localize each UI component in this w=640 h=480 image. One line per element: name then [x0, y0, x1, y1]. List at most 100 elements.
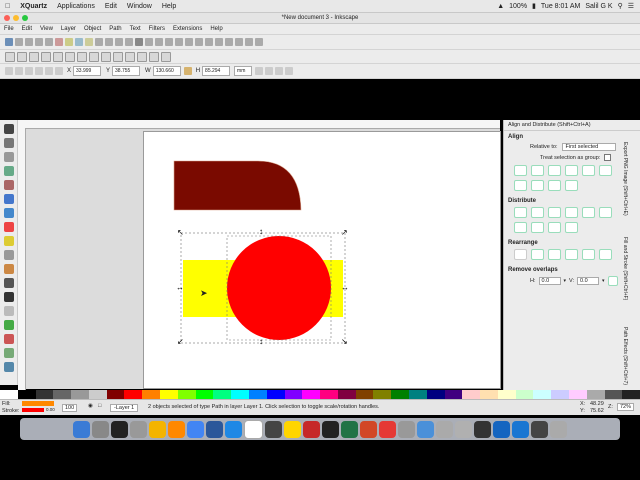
handle-right[interactable]: ↔ — [341, 284, 349, 292]
tab-export-png[interactable]: Export PNG Image (Shift+Ctrl+E) — [622, 142, 628, 216]
swatch[interactable] — [106, 390, 125, 399]
overlap-h-stepper[interactable]: ▾ — [564, 278, 567, 284]
center-horizontal-axis-button[interactable] — [531, 180, 544, 191]
dark-red-shape[interactable] — [173, 160, 302, 211]
inkscape-icon[interactable] — [244, 419, 263, 439]
exchange-selection-order-button[interactable] — [531, 249, 544, 260]
distribute-centers-v-button[interactable] — [514, 222, 527, 233]
swatch[interactable] — [35, 390, 54, 399]
swatch[interactable] — [213, 390, 232, 399]
swatch[interactable] — [124, 390, 143, 399]
overlap-h-field[interactable]: 0.0 — [538, 277, 561, 285]
handle-bottom-left[interactable]: ↙ — [177, 338, 184, 346]
treat-as-group-checkbox[interactable] — [604, 154, 612, 161]
xmind-icon[interactable] — [379, 420, 396, 438]
swatch[interactable] — [462, 390, 481, 399]
distribute-centers-h-button[interactable] — [531, 207, 544, 218]
fill-swatch[interactable] — [22, 401, 54, 406]
stickies-icon[interactable] — [265, 420, 282, 438]
relative-to-select[interactable]: First selected — [561, 143, 616, 151]
align-right-button[interactable] — [565, 165, 578, 176]
distribute-right-edges-button[interactable] — [548, 207, 561, 218]
distribute-gaps-v-button[interactable] — [548, 222, 561, 233]
handle-top-right[interactable]: ↗ — [341, 229, 348, 237]
swatch[interactable] — [160, 390, 178, 399]
handle-bottom[interactable]: ↕ — [259, 338, 263, 346]
swatch[interactable] — [604, 390, 623, 399]
align-right-to-left-button[interactable] — [514, 165, 527, 176]
swatch[interactable] — [53, 390, 72, 399]
eye-icon[interactable]: ◉ — [88, 403, 93, 409]
swatch[interactable] — [71, 390, 89, 399]
powerpoint-icon[interactable] — [360, 420, 377, 438]
overlap-v-field[interactable]: 0.0 — [577, 277, 600, 285]
swatch[interactable] — [195, 390, 214, 399]
photos-icon[interactable] — [455, 420, 472, 438]
handle-top-left[interactable]: ↖ — [177, 229, 184, 237]
rearrange-graph-button[interactable] — [514, 249, 527, 260]
stroke-width[interactable]: 0.00 — [46, 407, 55, 412]
swatch[interactable] — [586, 390, 605, 399]
handle-bottom-right[interactable]: ↘ — [341, 338, 348, 346]
swatch[interactable] — [391, 390, 409, 399]
swatch[interactable] — [320, 390, 338, 399]
swatch[interactable] — [622, 390, 640, 399]
wps-icon[interactable] — [225, 420, 242, 438]
swatch[interactable] — [248, 390, 267, 399]
center-vertical-axis-button[interactable] — [548, 165, 561, 176]
swatch[interactable] — [551, 390, 569, 399]
launchpad-icon[interactable] — [92, 420, 109, 438]
distribute-gaps-h-button[interactable] — [565, 207, 578, 218]
distribute-top-edges-button[interactable] — [599, 207, 612, 218]
swatch[interactable] — [426, 390, 445, 399]
swatch[interactable] — [177, 390, 196, 399]
distribute-text-button[interactable] — [565, 222, 578, 233]
swatch[interactable] — [0, 390, 18, 399]
notes-icon[interactable] — [284, 420, 301, 438]
exchange-clockwise-button[interactable] — [565, 249, 578, 260]
swatch[interactable] — [408, 390, 427, 399]
lock-layer-icon[interactable]: □ — [98, 403, 101, 409]
randomize-centers-button[interactable] — [582, 249, 595, 260]
swatch[interactable] — [266, 390, 285, 399]
app-icon[interactable] — [130, 420, 147, 438]
swatch[interactable] — [444, 390, 463, 399]
swatch[interactable] — [355, 390, 374, 399]
swatch[interactable] — [302, 390, 321, 399]
remove-overlaps-button[interactable] — [607, 276, 618, 286]
swatch[interactable] — [337, 390, 356, 399]
chrome-icon[interactable] — [149, 420, 166, 438]
unclump-button[interactable] — [599, 249, 612, 260]
swatch[interactable] — [17, 390, 36, 399]
firefox-icon[interactable] — [168, 420, 185, 438]
terminal-icon[interactable] — [111, 420, 128, 438]
xquartz-icon[interactable] — [493, 420, 510, 438]
swatch[interactable] — [569, 390, 587, 399]
editor-icon[interactable] — [322, 420, 339, 438]
tab-fill-stroke[interactable]: Fill and Stroke (Shift+Ctrl+F) — [622, 237, 628, 300]
distribute-baselines-button[interactable] — [582, 207, 595, 218]
overlap-v-stepper[interactable]: ▾ — [602, 278, 605, 284]
swatch[interactable] — [231, 390, 249, 399]
align-bottom-to-top-button[interactable] — [599, 165, 612, 176]
app-red-icon[interactable] — [303, 420, 320, 438]
align-top-to-bottom-button[interactable] — [565, 180, 578, 191]
swatch[interactable] — [373, 390, 392, 399]
align-top-button[interactable] — [514, 180, 527, 191]
swatch[interactable] — [515, 390, 534, 399]
swatch[interactable] — [480, 390, 498, 399]
exchange-z-order-button[interactable] — [548, 249, 561, 260]
screenshot-icon[interactable] — [474, 420, 491, 438]
distribute-left-edges-button[interactable] — [514, 207, 527, 218]
distribute-bottom-edges-button[interactable] — [531, 222, 544, 233]
safari-icon[interactable] — [187, 420, 204, 438]
tab-path-effects[interactable]: Path Effects (Shift+Ctrl+7) — [622, 327, 628, 385]
align-left-to-right-button[interactable] — [582, 165, 595, 176]
swatch[interactable] — [88, 390, 107, 399]
zoom-field[interactable]: 72% — [617, 403, 635, 411]
swatch[interactable] — [497, 390, 516, 399]
layer-select[interactable]: -Layer 1 — [110, 404, 139, 412]
handle-top[interactable]: ↕ — [259, 228, 263, 236]
color-palette[interactable] — [0, 390, 640, 399]
monitor-icon[interactable] — [531, 420, 548, 438]
